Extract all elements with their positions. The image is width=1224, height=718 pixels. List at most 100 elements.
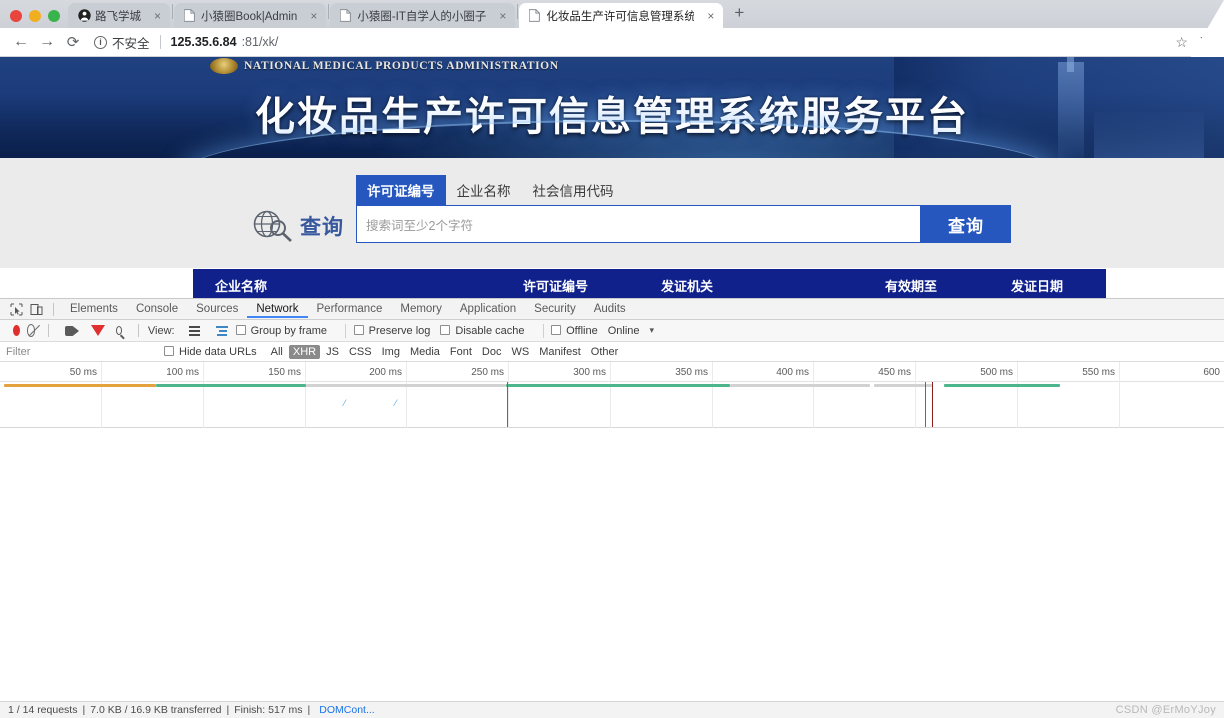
url-path: :81/xk/ — [241, 35, 279, 49]
timeline-tick-50ms: 50 ms — [69, 367, 97, 378]
capture-screenshots-icon[interactable] — [64, 325, 80, 336]
search-tab-company-name[interactable]: 企业名称 — [446, 175, 522, 205]
browser-tab-3[interactable]: 小猿圈-IT自学人的小圈子 × — [330, 3, 516, 28]
new-tab-button[interactable]: + — [724, 4, 754, 24]
back-icon[interactable]: ← — [8, 34, 34, 50]
extension-icon[interactable]: X — [1200, 34, 1216, 51]
preserve-log-checkbox[interactable]: Preserve log — [353, 324, 431, 337]
timeline-sparkline-2: ⁄ — [395, 398, 397, 408]
chevron-down-icon[interactable]: ▾ — [650, 325, 655, 336]
site-info-icon[interactable]: i — [94, 35, 107, 49]
search-left-label: 查询 — [300, 216, 344, 239]
timeline-tick-200ms: 200 ms — [369, 367, 402, 378]
results-right-gutter — [1106, 268, 1224, 299]
filter-type-doc[interactable]: Doc — [478, 345, 506, 359]
window-controls — [0, 10, 68, 28]
filter-type-xhr[interactable]: XHR — [288, 344, 321, 359]
hide-data-urls-checkbox[interactable]: Hide data URLs — [164, 345, 257, 358]
browser-tab-2-title: 小猿圈Book|Admin — [201, 10, 298, 23]
filter-type-all[interactable]: All — [267, 345, 287, 359]
maximize-window-button[interactable] — [48, 10, 60, 22]
search-submit-button[interactable]: 查询 — [921, 205, 1011, 243]
waterfall-view-icon[interactable] — [215, 325, 228, 336]
filter-type-css[interactable]: CSS — [345, 345, 376, 359]
devtools-tab-performance[interactable]: Performance — [308, 300, 392, 318]
view-label: View: — [147, 324, 175, 337]
close-tab-2-icon[interactable]: × — [307, 9, 320, 23]
filter-type-ws[interactable]: WS — [507, 345, 533, 359]
toolbar-divider — [542, 323, 544, 338]
insecure-label: 不安全 — [112, 36, 150, 51]
close-tab-1-icon[interactable]: × — [151, 9, 164, 23]
devtools-tab-application[interactable]: Application — [451, 300, 525, 318]
network-toolbar: View: Group by frame Preserve log Disabl… — [0, 320, 1224, 342]
clear-icon[interactable] — [26, 324, 36, 337]
filter-type-js[interactable]: JS — [322, 345, 343, 359]
filter-type-other[interactable]: Other — [587, 345, 623, 359]
devtools-toolbar-divider — [53, 302, 54, 316]
network-timeline-overview[interactable]: 50 ms 100 ms 150 ms 200 ms 250 ms 300 ms… — [0, 362, 1224, 428]
globe-search-icon — [250, 209, 296, 243]
close-tab-3-icon[interactable]: × — [496, 9, 509, 23]
devtools-tab-memory[interactable]: Memory — [391, 300, 451, 318]
address-bar[interactable]: i 不安全 125.35.6.84 :81/xk/ — [94, 32, 1163, 53]
preserve-log-label: Preserve log — [368, 324, 431, 337]
record-button-icon[interactable] — [13, 325, 20, 336]
search-tab-credit-code[interactable]: 社会信用代码 — [522, 175, 625, 205]
browser-tab-2[interactable]: 小猿圈Book|Admin × — [174, 3, 327, 28]
column-company-name: 企业名称 — [215, 279, 268, 294]
browser-tab-3-title: 小猿圈-IT自学人的小圈子 — [357, 10, 487, 23]
tab-divider — [328, 4, 330, 19]
filter-funnel-icon[interactable] — [91, 325, 106, 336]
list-view-icon[interactable] — [188, 325, 200, 336]
disable-cache-checkbox[interactable]: Disable cache — [440, 324, 525, 337]
close-tab-4-icon[interactable]: × — [704, 9, 717, 23]
status-domcontentloaded-link[interactable]: DOMCont... — [319, 704, 374, 716]
browser-tab-4[interactable]: 化妆品生产许可信息管理系统服 × — [519, 3, 724, 28]
column-license-number: 许可证编号 — [523, 279, 589, 294]
throttling-select[interactable]: Online — [608, 325, 640, 337]
search-icon[interactable] — [116, 326, 123, 335]
devtools-tab-audits[interactable]: Audits — [585, 300, 635, 318]
search-bar: 搜索词至少2个字符 查询 — [356, 205, 1011, 243]
timeline-tick-450ms: 450 ms — [878, 367, 911, 378]
filter-type-font[interactable]: Font — [446, 345, 476, 359]
network-filter-bar: Filter Hide data URLs All XHR JS CSS Img… — [0, 342, 1224, 362]
offline-checkbox[interactable]: Offline — [551, 324, 598, 337]
search-input[interactable]: 搜索词至少2个字符 — [356, 205, 921, 243]
timeline-bar-dns — [4, 384, 156, 387]
filter-type-img[interactable]: Img — [378, 345, 404, 359]
bookmark-star-icon[interactable]: ☆ — [1163, 34, 1200, 51]
group-by-frame-checkbox[interactable]: Group by frame — [235, 324, 327, 337]
toolbar-divider — [48, 324, 49, 337]
devtools-tab-sources[interactable]: Sources — [187, 300, 247, 318]
search-type-tabs: 许可证编号 企业名称 社会信用代码 — [356, 175, 1011, 205]
browser-tab-bar: 路飞学城 × 小猿圈Book|Admin × 小猿圈-IT自学人的小圈子 × 化… — [0, 0, 1224, 28]
devtools-tab-security[interactable]: Security — [525, 300, 585, 318]
minimize-window-button[interactable] — [29, 10, 41, 22]
search-tab-license-number[interactable]: 许可证编号 — [356, 175, 446, 205]
close-window-button[interactable] — [10, 10, 22, 22]
toggle-device-toolbar-icon[interactable] — [26, 301, 46, 317]
devtools-tab-elements[interactable]: Elements — [61, 300, 127, 318]
filter-input[interactable]: Filter — [6, 346, 146, 358]
filter-type-media[interactable]: Media — [406, 345, 444, 359]
devtools-panel: Elements Console Sources Network Perform… — [0, 298, 1224, 718]
inspect-element-icon[interactable] — [6, 301, 26, 317]
results-table-header: 企业名称 许可证编号 发证机关 有效期至 发证日期 — [193, 269, 1106, 298]
reload-icon[interactable]: ⟳ — [60, 35, 86, 50]
devtools-tab-console[interactable]: Console — [127, 300, 187, 318]
filter-type-manifest[interactable]: Manifest — [535, 345, 585, 359]
national-emblem-icon — [210, 58, 238, 74]
devtools-tab-strip: Elements Console Sources Network Perform… — [0, 299, 1224, 320]
disable-cache-label: Disable cache — [455, 324, 525, 337]
timeline-tick-100ms: 100 ms — [166, 367, 199, 378]
column-issue-date: 发证日期 — [1011, 279, 1064, 294]
browser-tab-1[interactable]: 路飞学城 × — [68, 3, 171, 28]
status-finish-time: Finish: 517 ms — [234, 704, 303, 716]
devtools-tab-network[interactable]: Network — [247, 300, 307, 318]
timeline-tick-600ms: 600 — [1203, 367, 1220, 378]
screen: 路飞学城 × 小猿圈Book|Admin × 小猿圈-IT自学人的小圈子 × 化… — [0, 0, 1224, 718]
results-left-gutter — [0, 268, 193, 299]
forward-icon[interactable]: → — [34, 34, 60, 50]
